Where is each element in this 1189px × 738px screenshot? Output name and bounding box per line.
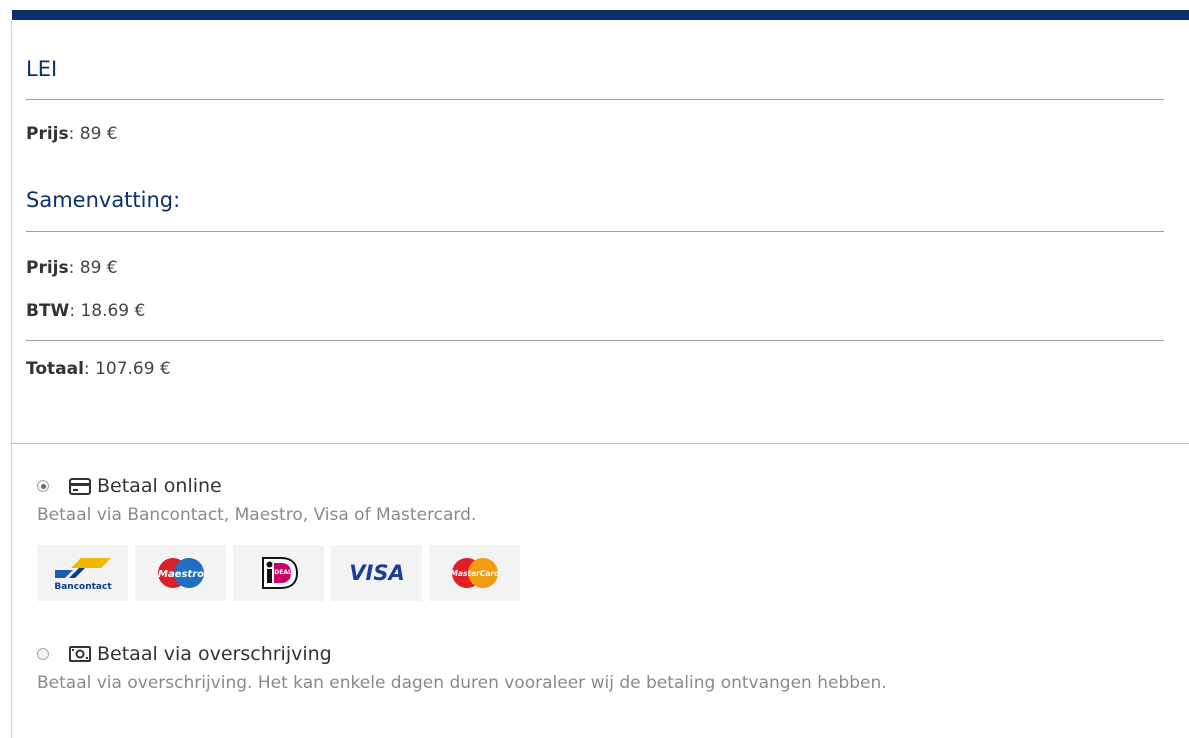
total-label: Totaal (26, 359, 84, 379)
svg-text:Bancontact: Bancontact (54, 582, 112, 592)
summary-price-value: 89 € (79, 258, 118, 278)
banknote-icon (69, 645, 91, 663)
total-value: 107.69 € (95, 359, 171, 379)
divider (26, 99, 1164, 100)
ideal-logo: iDEAL (233, 545, 324, 601)
visa-logo: VISA (331, 545, 422, 601)
bancontact-logo: Bancontact (37, 545, 128, 601)
product-title: LEI (26, 57, 58, 81)
vat-value: 18.69 € (80, 301, 146, 321)
maestro-logo: Maestro (135, 545, 226, 601)
svg-text:MasterCard: MasterCard (450, 569, 500, 578)
option-transfer-description: Betaal via overschrijving. Het kan enkel… (37, 673, 887, 693)
divider (26, 231, 1164, 232)
option-transfer-label[interactable]: Betaal via overschrijving (97, 643, 332, 665)
payment-option-transfer[interactable]: Betaal via overschrijving Betaal via ove… (37, 643, 887, 693)
radio-online[interactable] (37, 480, 49, 492)
divider (26, 340, 1164, 341)
payment-option-online[interactable]: Betaal online Betaal via Bancontact, Mae… (37, 475, 476, 525)
option-online-label[interactable]: Betaal online (97, 475, 222, 497)
radio-transfer[interactable] (37, 648, 49, 660)
credit-card-icon (69, 477, 91, 495)
summary-price: Prijs: 89 € (26, 258, 118, 278)
svg-text:Maestro: Maestro (157, 569, 203, 580)
left-border (11, 444, 12, 738)
option-online-description: Betaal via Bancontact, Maestro, Visa of … (37, 505, 477, 525)
svg-text:iDEAL: iDEAL (272, 569, 292, 576)
mastercard-logo: MasterCard (429, 545, 520, 601)
order-card (11, 20, 1189, 444)
svg-text:VISA: VISA (349, 561, 404, 585)
summary-total: Totaal: 107.69 € (26, 359, 171, 379)
payment-logos: Bancontact Maestro iDEAL VISA MasterCard (37, 545, 520, 601)
product-price: Prijs: 89 € (26, 124, 118, 144)
price-value: 89 € (79, 124, 118, 144)
summary-vat: BTW: 18.69 € (26, 301, 146, 321)
vat-label: BTW (26, 301, 70, 321)
price-label: Prijs (26, 124, 69, 144)
summary-title: Samenvatting: (26, 188, 181, 212)
top-accent-bar (12, 10, 1189, 20)
summary-price-label: Prijs (26, 258, 69, 278)
